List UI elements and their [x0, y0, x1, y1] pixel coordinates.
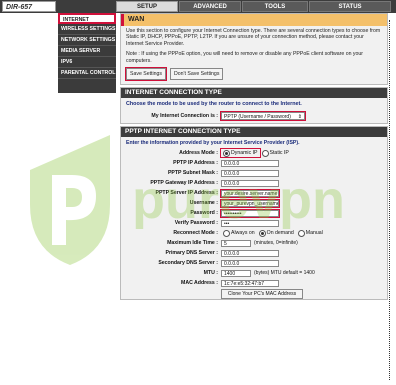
tab-advanced[interactable]: ADVANCED [179, 1, 241, 12]
mtu-note: (bytes) MTU default = 1400 [254, 270, 315, 277]
sidebar-item-internet[interactable]: INTERNET [58, 13, 116, 24]
pptp-field-label: PPTP Subnet Mask : [167, 170, 218, 177]
pptp-field-input[interactable]: your_purevpn_username [220, 198, 280, 208]
pptp-field-input[interactable]: your.desire.server.name [220, 188, 280, 198]
sidebar-item-ipv6[interactable]: IPV6 [58, 57, 116, 68]
clone-row: Clone Your PC's MAC Address [121, 288, 387, 299]
sidebar-item-network[interactable]: NETWORK SETTINGS [58, 35, 116, 46]
pptp-field-label: PPTP Server IP Address : [155, 190, 218, 197]
radio-static[interactable] [261, 149, 269, 157]
reconnect-demand[interactable]: On demand [257, 229, 296, 237]
left-margin [0, 13, 58, 385]
pptp-field-row: PPTP IP Address :0.0.0.0 [121, 158, 387, 168]
radio-manual[interactable] [297, 229, 305, 237]
wan-title: WAN [121, 14, 387, 26]
pptp-field-row: Password : •••••••••• [121, 208, 387, 218]
wan-buttons: Save Settings Don't Save Settings [121, 66, 387, 84]
conn-type-select[interactable]: PPTP (Username / Password) ⇕ [220, 111, 306, 122]
sidebar-item-wireless[interactable]: WIRELESS SETTINGS [58, 24, 116, 35]
chevron-down-icon: ⇕ [297, 114, 302, 121]
p-glyph-icon [52, 174, 96, 245]
pptp-field-input[interactable]: •••••••••• [220, 208, 280, 218]
mac-label: MAC Address : [181, 280, 218, 287]
mtu-row: MTU : 1400 (bytes) MTU default = 1400 [121, 268, 387, 278]
conn-type-title: INTERNET CONNECTION TYPE [121, 88, 387, 99]
pptp-panel: PPTP INTERNET CONNECTION TYPE Enter the … [120, 126, 388, 301]
demand-label: On demand [266, 230, 294, 237]
dont-save-button[interactable]: Don't Save Settings [170, 68, 224, 81]
pptp-intro: Enter the information provided by your I… [126, 140, 300, 147]
address-mode-static[interactable]: Static IP [260, 149, 291, 157]
pptp-field-row: PPTP Gateway IP Address :0.0.0.0 [121, 178, 387, 188]
mac-input[interactable]: 1c:7e:e5:32:47:b7 [221, 279, 279, 287]
static-label: Static IP [269, 150, 289, 157]
reconnect-row: Reconnect Mode : Always on On demand Man… [121, 228, 387, 238]
address-mode-row: Address Mode : Dynamic IP Static IP [121, 148, 387, 159]
dynamic-label: Dynamic IP [231, 150, 258, 157]
tab-status[interactable]: STATUS [309, 1, 391, 12]
pptp-field-input[interactable]: 0.0.0.0 [221, 159, 279, 167]
pptp-field-label: Password : [190, 210, 218, 217]
pptp-field-label: Verify Password : [174, 220, 218, 227]
idle-note: (minutes, 0=infinite) [254, 240, 298, 247]
radio-always[interactable] [223, 229, 230, 237]
radio-dynamic[interactable] [223, 149, 230, 157]
address-mode-label: Address Mode : [179, 150, 218, 157]
pptp-field-label: PPTP IP Address : [173, 160, 218, 167]
always-label: Always on [231, 230, 255, 237]
pptp-field-label: PPTP Gateway IP Address : [150, 180, 218, 187]
reconnect-always[interactable]: Always on [221, 229, 257, 237]
pptp-field-row: Username : your_purevpn_username [121, 198, 387, 208]
conn-type-row: My Internet Connection is : PPTP (Userna… [121, 109, 387, 123]
pdns-input[interactable]: 0.0.0.0 [221, 249, 279, 257]
conn-type-value: PPTP (Username / Password) [224, 114, 291, 121]
model-label: DIR-657 [2, 1, 56, 12]
pdns-label: Primary DNS Server : [165, 250, 218, 257]
conn-type-choose: Choose the mode to be used by the router… [126, 101, 302, 108]
clone-mac-button[interactable]: Clone Your PC's MAC Address [221, 288, 303, 299]
sdns-row: Secondary DNS Server : 0.0.0.0 [121, 258, 387, 268]
pptp-field-input[interactable]: ••• [221, 219, 279, 227]
main-tabs: SETUP ADVANCED TOOLS STATUS [116, 1, 391, 12]
mtu-input[interactable]: 1400 [221, 269, 251, 277]
pptp-field-input[interactable]: 0.0.0.0 [221, 179, 279, 187]
main-content: WAN Use this section to configure your I… [120, 13, 388, 302]
sdns-label: Secondary DNS Server : [158, 260, 218, 267]
sidebar-item-media-server[interactable]: MEDIA SERVER [58, 46, 116, 57]
sidebar: INTERNET WIRELESS SETTINGS NETWORK SETTI… [58, 13, 116, 93]
pptp-field-input[interactable]: 0.0.0.0 [221, 169, 279, 177]
pptp-field-row: PPTP Server IP Address : your.desire.serv… [121, 188, 387, 198]
reconnect-manual[interactable]: Manual [296, 229, 325, 237]
sdns-input[interactable]: 0.0.0.0 [221, 259, 279, 267]
pptp-field-row: Verify Password : ••• [121, 218, 387, 228]
wan-panel: WAN Use this section to configure your I… [120, 13, 388, 86]
tab-tools[interactable]: TOOLS [242, 1, 308, 12]
save-settings-button[interactable]: Save Settings [124, 67, 168, 82]
address-mode-dynamic[interactable]: Dynamic IP [220, 148, 261, 159]
conn-type-label: My Internet Connection is : [151, 113, 218, 120]
reconnect-label: Reconnect Mode : [173, 230, 218, 237]
mac-row: MAC Address : 1c:7e:e5:32:47:b7 [121, 278, 387, 288]
tab-setup[interactable]: SETUP [116, 1, 178, 12]
conn-type-panel: INTERNET CONNECTION TYPE Choose the mode… [120, 87, 388, 125]
idle-row: Maximum Idle Time : 5 (minutes, 0=infini… [121, 238, 387, 248]
wan-description: Use this section to configure your Inter… [126, 28, 381, 47]
pdns-row: Primary DNS Server : 0.0.0.0 [121, 248, 387, 258]
idle-label: Maximum Idle Time : [167, 240, 218, 247]
wan-note: Note : If using the PPPoE option, you wi… [126, 51, 364, 64]
idle-input[interactable]: 5 [221, 239, 251, 247]
pptp-title: PPTP INTERNET CONNECTION TYPE [121, 127, 387, 138]
sidebar-item-parental[interactable]: PARENTAL CONTROL [58, 68, 116, 79]
pptp-field-label: Username : [189, 200, 218, 207]
mtu-label: MTU : [203, 270, 218, 277]
manual-label: Manual [305, 230, 323, 237]
top-bar: DIR-657 SETUP ADVANCED TOOLS STATUS [0, 0, 396, 13]
pptp-field-row: PPTP Subnet Mask :0.0.0.0 [121, 168, 387, 178]
dotted-guide [389, 20, 390, 380]
radio-demand[interactable] [258, 229, 266, 237]
pptp-fields: PPTP IP Address :0.0.0.0 PPTP Subnet Mask… [121, 158, 387, 228]
